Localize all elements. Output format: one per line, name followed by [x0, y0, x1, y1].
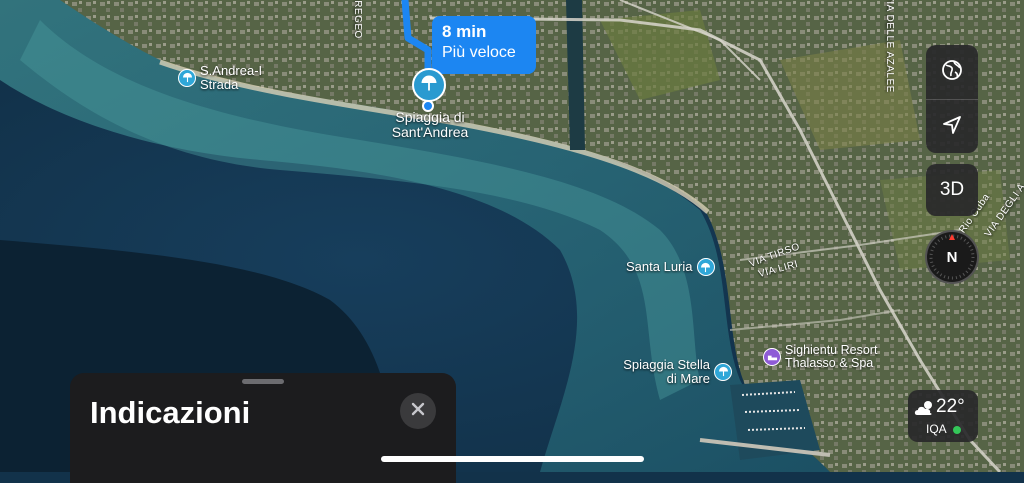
beach-umbrella-icon — [714, 362, 732, 381]
poi-sighientu-resort[interactable]: Sighientu Resort Thalasso & Spa — [763, 343, 897, 371]
directions-sheet[interactable]: Indicazioni — [70, 373, 456, 483]
poi-label: Sighientu Resort Thalasso & Spa — [785, 343, 878, 371]
weather-widget[interactable]: 22° IQA — [908, 390, 978, 442]
beach-umbrella-icon — [696, 258, 715, 276]
poi-s-andrea-i-strada[interactable]: S.Andrea-I Strada — [178, 64, 264, 91]
aqi-status-dot — [953, 426, 961, 434]
poi-santa-luria[interactable]: Santa Luria — [626, 258, 715, 276]
poi-label: Santa Luria — [626, 259, 693, 275]
weather-temperature: 22° — [936, 396, 965, 417]
home-indicator[interactable] — [381, 456, 644, 462]
poi-spiaggia-stella-di-mare[interactable]: Spiaggia Stella di Mare — [622, 358, 732, 385]
3d-view-button[interactable]: 3D — [926, 164, 978, 216]
globe-icon — [941, 59, 963, 86]
poi-label: S.Andrea-I Strada — [200, 63, 263, 92]
beach-umbrella-icon — [178, 68, 196, 87]
map-type-button[interactable] — [926, 45, 978, 99]
beach-umbrella-icon — [420, 74, 438, 97]
poi-label: Spiaggia Stella di Mare — [623, 357, 710, 386]
route-callout[interactable]: 8 min Più veloce — [432, 16, 536, 74]
route-label: Più veloce — [442, 44, 516, 61]
route-time: 8 min — [442, 22, 487, 41]
close-button[interactable] — [400, 393, 436, 429]
sheet-title: Indicazioni — [90, 395, 251, 430]
bed-icon — [763, 348, 781, 367]
map-controls — [926, 45, 978, 153]
road-label-regeo: REGEO — [351, 0, 363, 39]
destination-marker[interactable] — [412, 68, 446, 102]
aqi-label: IQA — [926, 422, 947, 436]
close-icon — [411, 402, 425, 421]
compass-north-label: N — [946, 248, 958, 266]
partly-cloudy-icon — [913, 398, 937, 423]
destination-label: Spiaggia di Sant'Andrea — [391, 109, 469, 141]
sheet-grabber[interactable] — [242, 379, 284, 384]
locate-me-button[interactable] — [926, 99, 978, 153]
compass[interactable]: N — [925, 230, 979, 284]
road-label-via-delle-azalee: VIA DELLE AZALEE — [883, 0, 895, 93]
location-arrow-icon — [941, 114, 963, 141]
